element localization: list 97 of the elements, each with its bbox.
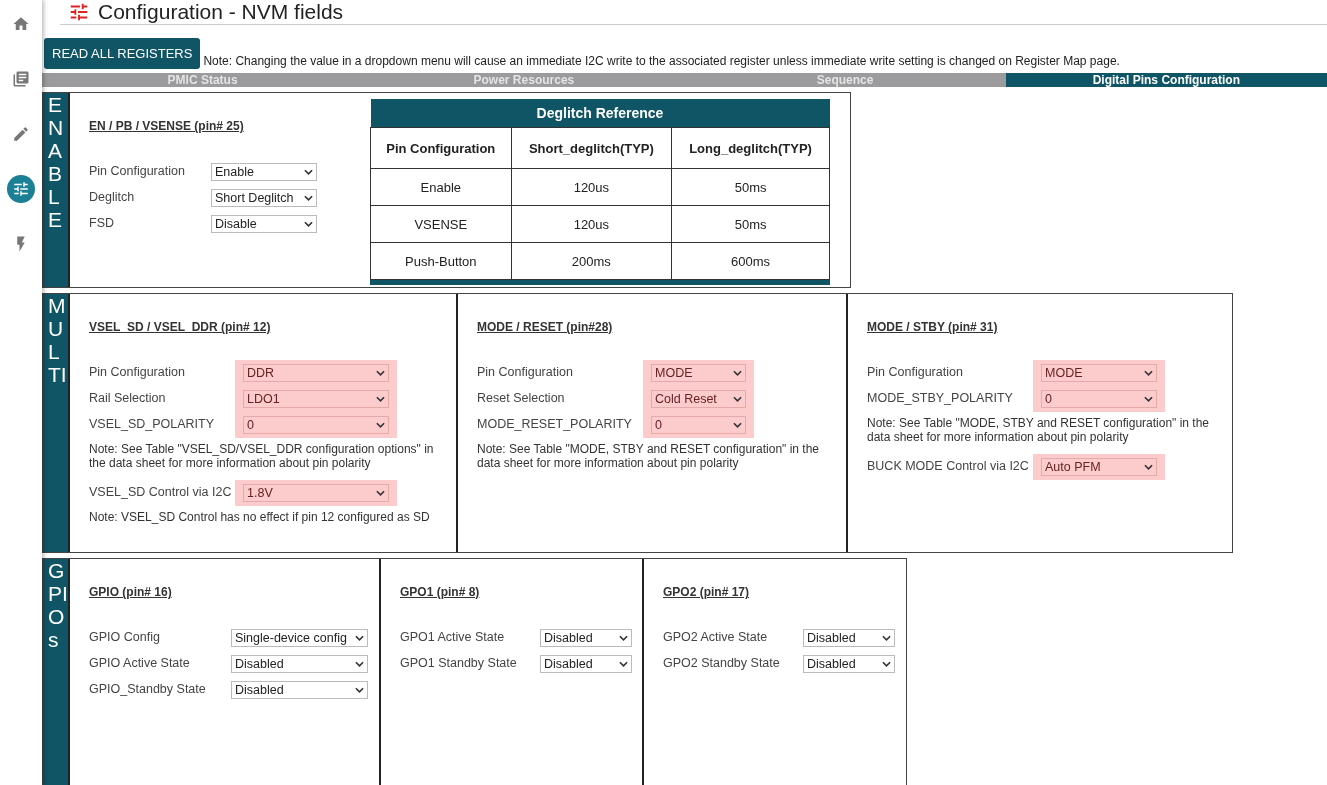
column-header: Pin Configuration bbox=[370, 127, 512, 169]
field-label: GPO1 Standby State bbox=[400, 655, 518, 670]
pin-title: MODE / RESET (pin#28) bbox=[477, 320, 613, 334]
field-label: GPIO Config bbox=[89, 629, 161, 644]
dropdown[interactable]: 0 bbox=[1041, 390, 1157, 408]
pin-title: MODE / STBY (pin# 31) bbox=[867, 320, 998, 334]
field-label: GPIO Active State bbox=[89, 655, 191, 670]
chevron-down-icon bbox=[733, 370, 742, 376]
field-label: GPIO_Standby State bbox=[89, 681, 207, 696]
home-icon bbox=[12, 15, 30, 33]
field-label: Reset Selection bbox=[477, 390, 566, 405]
field-label: GPO2 Active State bbox=[663, 629, 769, 644]
field-label: GPO2 Standby State bbox=[663, 655, 781, 670]
dropdown[interactable]: Disable bbox=[211, 215, 317, 233]
pin-title: GPO2 (pin# 17) bbox=[663, 585, 750, 599]
table-cell: Enable bbox=[370, 168, 512, 206]
column-header: Long_deglitch(TYP) bbox=[671, 127, 830, 169]
table-cell: 50ms bbox=[671, 205, 830, 243]
field-label: BUCK MODE Control via I2C bbox=[867, 458, 1030, 473]
dropdown[interactable]: Disabled bbox=[803, 655, 895, 673]
dropdown[interactable]: Disabled bbox=[231, 681, 368, 699]
table-cell: 120us bbox=[511, 205, 672, 243]
field-label: MODE_STBY_POLARITY bbox=[867, 390, 1014, 405]
field-label: Rail Selection bbox=[89, 390, 167, 405]
chevron-down-icon bbox=[1144, 370, 1153, 376]
chevron-down-icon bbox=[1144, 396, 1153, 402]
dropdown[interactable]: 0 bbox=[651, 416, 746, 434]
dropdown[interactable]: 0 bbox=[243, 416, 389, 434]
chevron-down-icon bbox=[376, 396, 385, 402]
dropdown[interactable]: Short Deglitch bbox=[211, 189, 317, 207]
field-label: Pin Configuration bbox=[89, 163, 186, 178]
dropdown[interactable]: Single-device config bbox=[231, 629, 368, 647]
pencil-icon bbox=[12, 125, 30, 143]
sliders-icon bbox=[68, 1, 90, 23]
column-header: Short_deglitch(TYP) bbox=[511, 127, 672, 169]
field-label: Pin Configuration bbox=[867, 364, 964, 379]
dropdown[interactable]: Disabled bbox=[231, 655, 368, 673]
table-cell: 50ms bbox=[671, 168, 830, 206]
dropdown[interactable]: DDR bbox=[243, 364, 389, 382]
read-all-registers-button[interactable]: READ ALL REGISTERS bbox=[44, 38, 201, 69]
chevron-down-icon bbox=[304, 195, 313, 201]
field-label: Deglitch bbox=[89, 189, 136, 204]
table-cell: Push-Button bbox=[370, 242, 512, 280]
dropdown[interactable]: 1.8V bbox=[243, 484, 389, 502]
chevron-down-icon bbox=[1144, 464, 1153, 470]
write-note: Note: Changing the value in a dropdown menu will cause an immediate I2C write to the associated register unless immediate write setting is changed on Register Map page. bbox=[203, 54, 1120, 69]
chevron-down-icon bbox=[355, 687, 364, 693]
field-label: VSEL_SD_POLARITY bbox=[89, 416, 216, 431]
table-cell: 120us bbox=[511, 168, 672, 206]
dropdown[interactable]: Disabled bbox=[540, 629, 632, 647]
section-label: ENABLE bbox=[47, 93, 65, 232]
dropdown[interactable]: MODE bbox=[651, 364, 746, 382]
chevron-down-icon bbox=[619, 661, 628, 667]
pin-title: VSEL_SD / VSEL_DDR (pin# 12) bbox=[89, 320, 271, 334]
books-icon bbox=[12, 70, 30, 88]
field-label: FSD bbox=[89, 215, 115, 230]
chevron-down-icon bbox=[882, 661, 891, 667]
pin-title: GPIO (pin# 16) bbox=[89, 585, 172, 599]
section-label: MULTI bbox=[47, 294, 68, 387]
dropdown[interactable]: Auto PFM bbox=[1041, 458, 1157, 476]
chevron-down-icon bbox=[376, 490, 385, 496]
dropdown[interactable]: Disabled bbox=[540, 655, 632, 673]
chevron-down-icon bbox=[733, 422, 742, 428]
field-label: Pin Configuration bbox=[477, 364, 574, 379]
dropdown[interactable]: Disabled bbox=[803, 629, 895, 647]
dropdown[interactable]: Cold Reset bbox=[651, 390, 746, 408]
field-label: GPO1 Active State bbox=[400, 629, 506, 644]
table-cell: 600ms bbox=[671, 242, 830, 280]
section-label: GPIOs bbox=[47, 559, 69, 652]
chevron-down-icon bbox=[882, 635, 891, 641]
table-cell: 200ms bbox=[511, 242, 672, 280]
pin-title: GPO1 (pin# 8) bbox=[400, 585, 480, 599]
chevron-down-icon bbox=[355, 635, 364, 641]
field-label: VSEL_SD Control via I2C bbox=[89, 484, 233, 499]
dropdown[interactable]: MODE bbox=[1041, 364, 1157, 382]
table-title: Deglitch Reference bbox=[370, 99, 830, 128]
sidebar-item[interactable] bbox=[7, 175, 35, 203]
note-text: Note: See Table "MODE, STBY and RESET configuration" in the data sheet for more information about pin polarity bbox=[867, 416, 1211, 444]
dropdown[interactable]: LDO1 bbox=[243, 390, 389, 408]
pin-title: EN / PB / VSENSE (pin# 25) bbox=[89, 119, 244, 133]
chevron-down-icon bbox=[619, 635, 628, 641]
table-cell: VSENSE bbox=[370, 205, 512, 243]
note-text: Note: VSEL_SD Control has no effect if pin 12 configured as SD bbox=[89, 510, 431, 524]
chevron-down-icon bbox=[376, 422, 385, 428]
chevron-down-icon bbox=[733, 396, 742, 402]
chevron-down-icon bbox=[304, 169, 313, 175]
chevron-down-icon bbox=[376, 370, 385, 376]
sliders-icon bbox=[12, 180, 30, 198]
chevron-down-icon bbox=[355, 661, 364, 667]
dropdown[interactable]: Enable bbox=[211, 163, 317, 181]
page-title: Configuration - NVM fields bbox=[98, 0, 344, 24]
note-text: Note: See Table "MODE, STBY and RESET configuration" in the data sheet for more information about pin polarity bbox=[477, 442, 821, 470]
tab[interactable]: Digital Pins Configuration bbox=[1005, 73, 1327, 87]
chevron-down-icon bbox=[304, 221, 313, 227]
field-label: Pin Configuration bbox=[89, 364, 186, 379]
note-text: Note: See Table "VSEL_SD/VSEL_DDR configuration options" in the data sheet for more information about pin polarity bbox=[89, 442, 435, 470]
field-label: MODE_RESET_POLARITY bbox=[477, 416, 633, 431]
